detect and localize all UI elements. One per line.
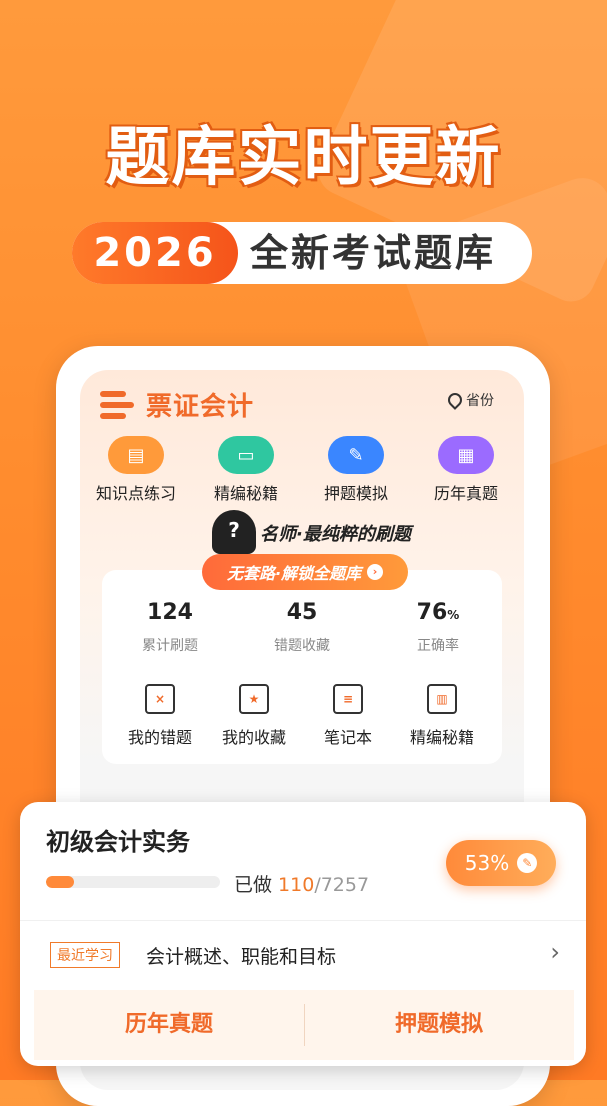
stat-value: 124 (147, 600, 193, 625)
location-pin-icon (445, 390, 465, 410)
feature-label: 精编秘籍 (213, 484, 278, 503)
chevron-right-icon[interactable]: › (550, 938, 560, 966)
tool-notebook[interactable]: ≡ 笔记本 (298, 684, 398, 748)
divider (20, 920, 586, 921)
region-selector[interactable]: 省份 (445, 390, 494, 410)
feature-past-papers[interactable]: ▦ 历年真题 (416, 436, 516, 504)
tool-label: 精编秘籍 (409, 728, 474, 747)
notebook-icon: ≡ (333, 684, 363, 714)
tool-label: 笔记本 (323, 728, 372, 747)
tool-label: 我的错题 (127, 728, 192, 747)
banner-title: 名师·最纯粹的刷题 (260, 524, 411, 545)
stat-wrong: 45 错题收藏 (242, 600, 362, 655)
hero-headline: 题库实时更新 (105, 121, 502, 195)
stat-accuracy: 76% 正确率 (378, 600, 498, 655)
open-book-icon: ▥ (427, 684, 457, 714)
feature-label: 历年真题 (433, 484, 498, 503)
stat-label: 错题收藏 (274, 638, 330, 654)
unlock-banner-button[interactable]: 无套路·解锁全题库 › (202, 554, 408, 590)
feature-secret-guide[interactable]: ▭ 精编秘籍 (196, 436, 296, 504)
chevron-right-icon: › (367, 564, 384, 580)
region-label: 省份 (466, 393, 494, 409)
hero-subtitle: 全新考试题库 (250, 231, 497, 275)
done-prefix: 已做 (234, 874, 279, 896)
tool-secret-guide[interactable]: ▥ 精编秘籍 (392, 684, 492, 748)
question-total: /7257 (314, 874, 370, 896)
stat-total: 124 累计刷题 (110, 600, 230, 655)
course-progress-bar (46, 876, 220, 888)
done-count: 110 (278, 874, 315, 896)
scroll-icon: ▦ (438, 436, 494, 474)
tool-label: 我的收藏 (221, 728, 286, 747)
stat-unit: % (447, 608, 460, 622)
year-badge: 2026 (72, 222, 238, 284)
logo-mark-icon (100, 389, 140, 421)
recent-study-link[interactable]: 会计概述、职能和目标 (146, 942, 336, 969)
wrong-box-icon: × (145, 684, 175, 714)
recent-study-tag: 最近学习 (50, 942, 120, 968)
stat-label: 正确率 (417, 638, 459, 654)
stat-value: 76 (416, 600, 448, 625)
mock-exam-button[interactable]: 押题模拟 (304, 990, 574, 1060)
bottom-action-bar: 历年真题 押题模拟 (34, 990, 574, 1060)
tool-my-favorites[interactable]: ★ 我的收藏 (204, 684, 304, 748)
box-icon: ▭ (218, 436, 274, 474)
accuracy-value: 53% (464, 851, 510, 875)
stat-label: 累计刷题 (142, 638, 198, 654)
accuracy-button[interactable]: 53% ✎ (446, 840, 556, 886)
stats-card: 124 累计刷题 45 错题收藏 76% 正确率 × 我的错题 ★ 我的收藏 ≡… (102, 570, 502, 764)
pencil-icon: ✎ (328, 436, 384, 474)
course-card[interactable]: 初级会计实务 已做 110/7257 53% ✎ 最近学习 会计概述、职能和目标… (20, 802, 586, 1066)
teacher-avatar-icon: ? (212, 510, 256, 554)
stat-value: 45 (286, 600, 318, 625)
feature-mock-exam[interactable]: ✎ 押题模拟 (306, 436, 406, 504)
banner-cta-label: 无套路·解锁全题库 (226, 564, 362, 583)
book-icon: ▤ (108, 436, 164, 474)
done-count-text: 已做 110/7257 (234, 870, 369, 897)
edit-icon: ✎ (517, 853, 538, 873)
star-clipboard-icon: ★ (239, 684, 269, 714)
tool-my-wrong[interactable]: × 我的错题 (110, 684, 210, 748)
feature-label: 押题模拟 (323, 484, 388, 503)
feature-label: 知识点练习 (95, 484, 176, 503)
logo-text: 票证会计 (146, 392, 255, 422)
progress-fill (46, 876, 74, 888)
app-logo: 票证会计 (100, 386, 254, 423)
feature-knowledge-practice[interactable]: ▤ 知识点练习 (86, 436, 186, 504)
course-title: 初级会计实务 (46, 828, 190, 856)
past-papers-button[interactable]: 历年真题 (34, 990, 304, 1060)
